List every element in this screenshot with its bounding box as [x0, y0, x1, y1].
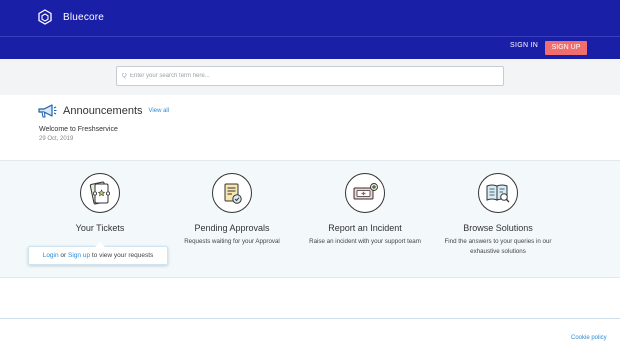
view-all-link[interactable]: View all — [149, 108, 170, 114]
brand[interactable]: Bluecore — [37, 9, 104, 25]
card-description: Find the answers to your queries in our … — [444, 238, 552, 255]
search-input[interactable] — [122, 73, 482, 79]
footer-divider — [0, 318, 620, 319]
search-box[interactable] — [116, 66, 504, 86]
card-browse-solutions[interactable]: Browse Solutions Find the answers to you… — [438, 173, 558, 257]
sign-in-link[interactable]: SIGN IN — [510, 42, 538, 49]
megaphone-icon — [38, 104, 57, 118]
announcement-item-date: 29 Oct, 2019 — [39, 136, 74, 142]
tooltip-or-text: or — [58, 252, 69, 259]
approvals-icon — [224, 183, 242, 204]
announcement-item-title[interactable]: Welcome to Freshservice — [39, 126, 169, 133]
tooltip-login-link[interactable]: Login — [43, 252, 59, 259]
card-description: Raise an incident with your support team — [309, 238, 421, 245]
cookie-policy-link[interactable]: Cookie policy — [571, 335, 607, 341]
incident-circle — [345, 173, 385, 213]
tooltip-signup-link[interactable]: Sign up — [68, 252, 90, 259]
card-title: Report an Incident — [328, 223, 402, 233]
approvals-circle — [212, 173, 252, 213]
cube-logo-icon — [38, 9, 52, 25]
card-title: Pending Approvals — [194, 223, 270, 233]
tickets-circle — [80, 173, 120, 213]
solutions-icon — [486, 184, 510, 203]
solutions-circle — [478, 173, 518, 213]
announcements-header: Announcements View all — [37, 103, 169, 119]
incident-icon — [353, 183, 378, 200]
search-section — [0, 59, 620, 95]
card-title: Your Tickets — [75, 223, 125, 233]
announcements-title: Announcements — [63, 105, 143, 117]
card-title: Browse Solutions — [463, 223, 533, 233]
card-pending-approvals[interactable]: Pending Approvals Requests waiting for y… — [172, 173, 292, 247]
sign-up-button[interactable]: SIGN UP — [545, 41, 587, 55]
card-your-tickets[interactable]: Your Tickets — [40, 173, 160, 233]
tickets-icon — [89, 181, 110, 205]
brand-name: Bluecore — [63, 11, 105, 23]
announcements-section: Announcements View all Welcome to Freshs… — [37, 103, 169, 142]
top-navbar: Bluecore — [0, 0, 620, 37]
auth-bar: SIGN IN SIGN UP — [0, 37, 620, 59]
card-description: Requests waiting for your Approval — [184, 238, 280, 245]
card-report-incident[interactable]: Report an Incident Raise an incident wit… — [305, 173, 425, 247]
tooltip-rest-text: to view your requests — [90, 252, 154, 259]
login-tooltip: Login or Sign up to view your requests — [28, 242, 168, 265]
